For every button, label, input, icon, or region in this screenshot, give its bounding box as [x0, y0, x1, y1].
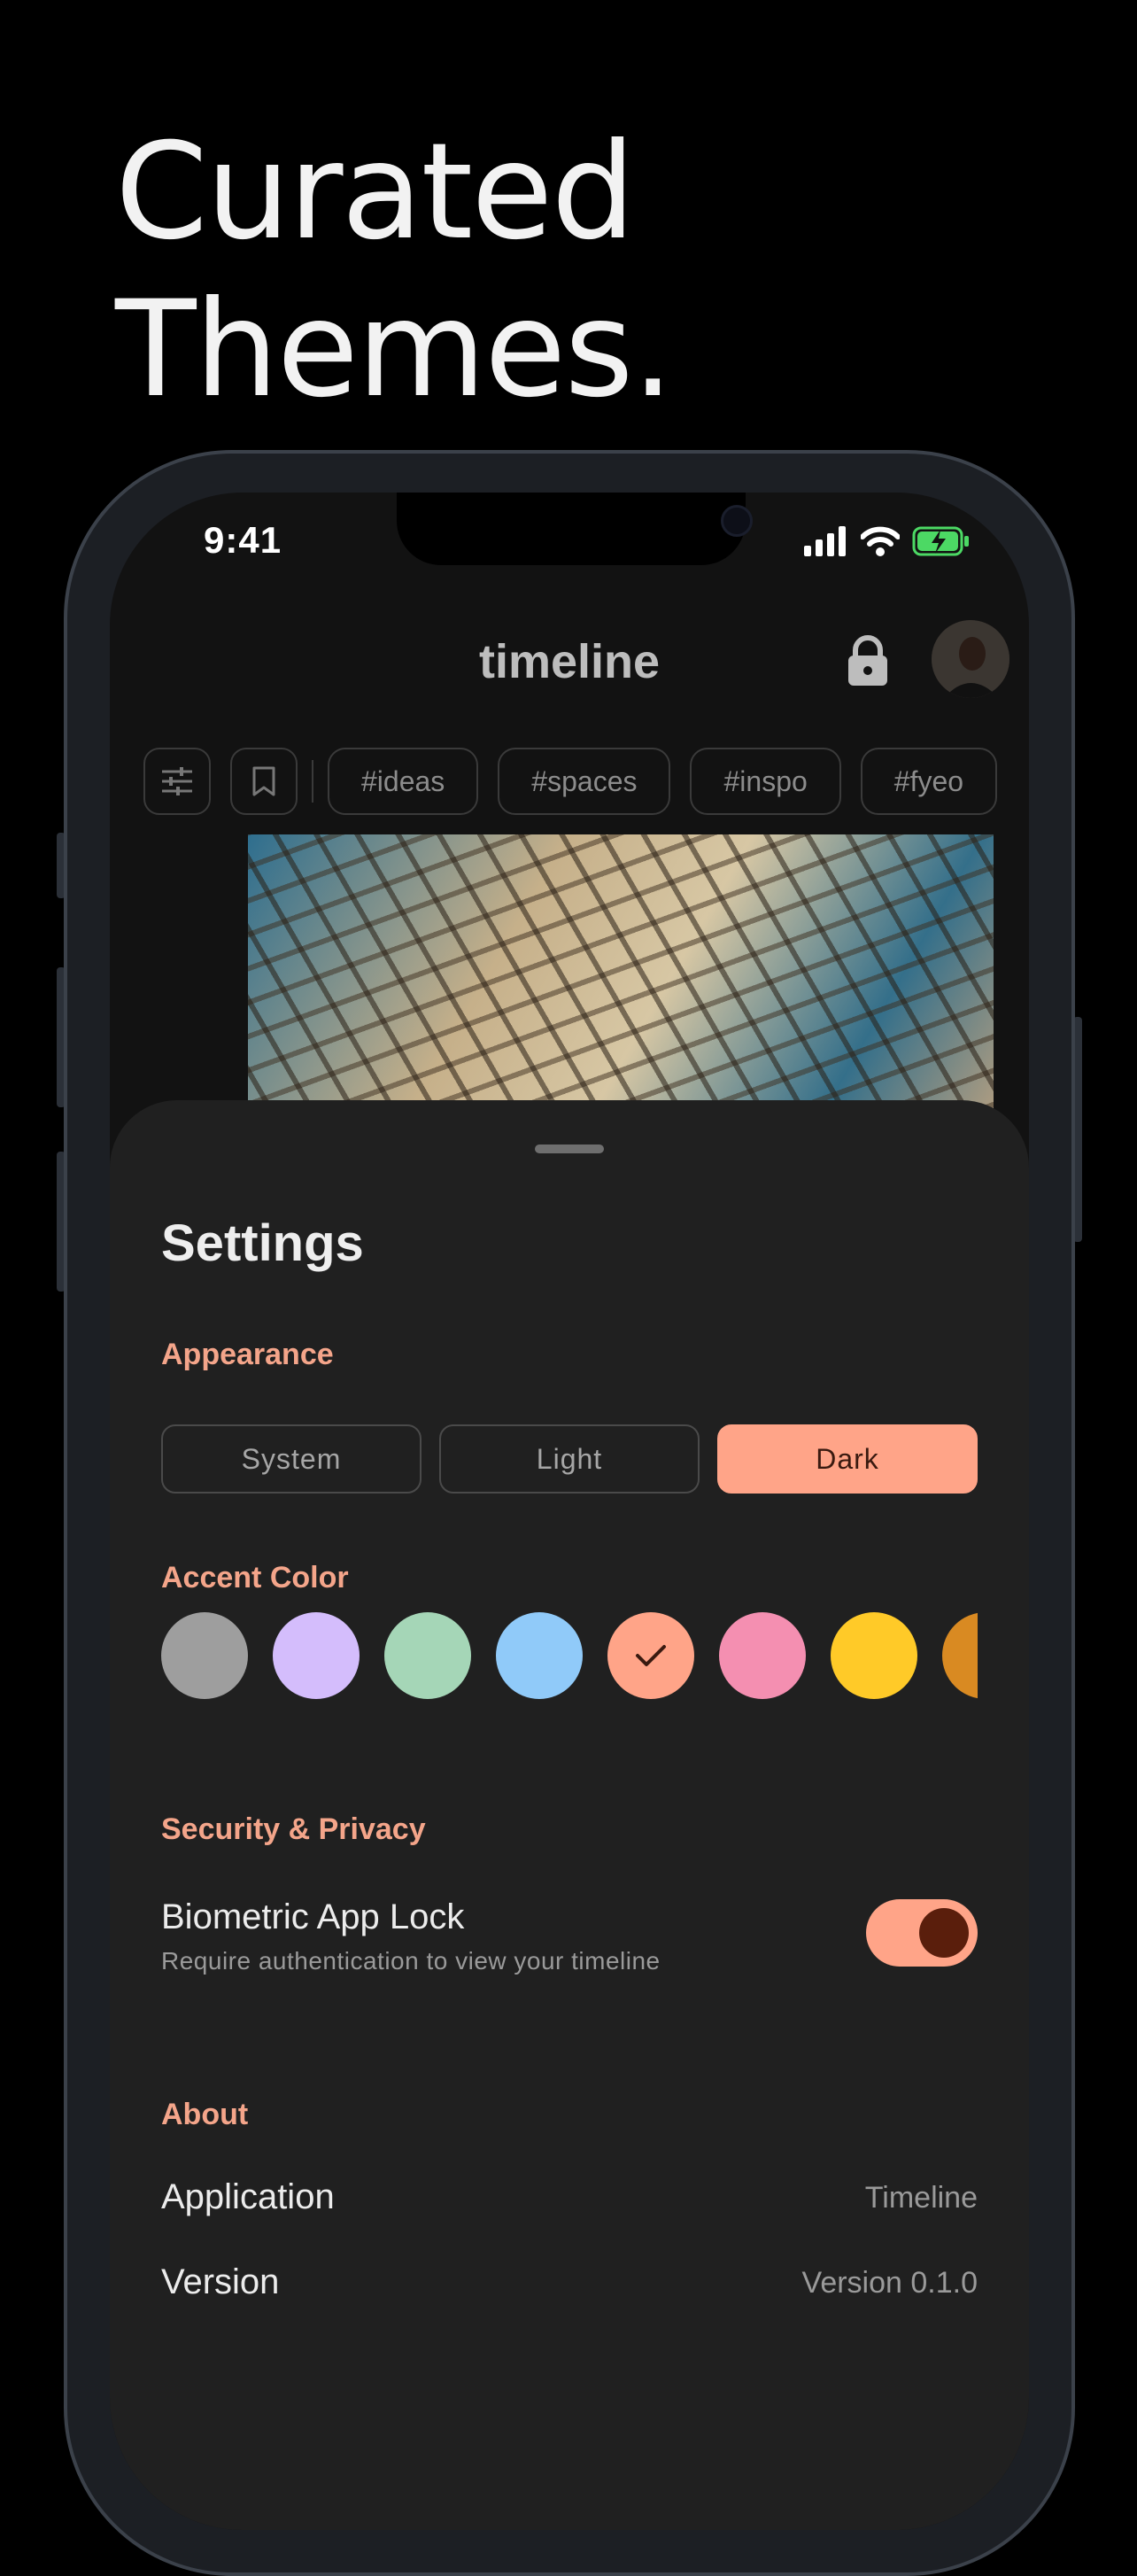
- hero-heading: Curated Themes.: [115, 113, 674, 429]
- accent-swatch-gray[interactable]: [161, 1612, 248, 1699]
- lock-icon[interactable]: [845, 634, 891, 687]
- bookmarks-button[interactable]: [230, 748, 298, 815]
- appearance-label: Appearance: [161, 1338, 334, 1371]
- settings-title: Settings: [161, 1214, 364, 1272]
- accent-swatch-pink[interactable]: [719, 1612, 806, 1699]
- accent-swatch-yellow[interactable]: [831, 1612, 917, 1699]
- accent-swatch-amber[interactable]: [942, 1612, 978, 1699]
- notch: [397, 493, 753, 565]
- status-time: 9:41: [204, 519, 282, 561]
- avatar-portrait: [932, 620, 1009, 698]
- toggle-knob: [919, 1908, 969, 1958]
- accent-swatch-peach[interactable]: [607, 1612, 694, 1699]
- hero-line-2: Themes.: [115, 273, 674, 427]
- bookmark-icon: [252, 766, 275, 796]
- timeline-photo[interactable]: [248, 834, 994, 1136]
- appearance-system-button[interactable]: System: [161, 1424, 422, 1494]
- hero-line-1: Curated: [115, 115, 636, 269]
- accent-swatch-green[interactable]: [384, 1612, 471, 1699]
- filter-settings-button[interactable]: [143, 748, 211, 815]
- wifi-icon: [861, 526, 900, 556]
- chip-spaces[interactable]: #spaces: [498, 748, 671, 815]
- sliders-icon: [162, 767, 192, 795]
- sheet-drag-handle[interactable]: [535, 1144, 604, 1153]
- signal-icon: [804, 526, 846, 556]
- application-label: Application: [161, 2177, 335, 2216]
- biometric-lock-description: Require authentication to view your time…: [161, 1947, 661, 1975]
- chip-divider: [312, 760, 313, 803]
- battery-charging-icon: [912, 526, 969, 556]
- version-value: Version 0.1.0: [801, 2266, 978, 2300]
- chip-fyeo[interactable]: #fyeo: [860, 748, 998, 815]
- accent-color-label: Accent Color: [161, 1561, 349, 1594]
- status-icons: [804, 526, 971, 556]
- appearance-light-button[interactable]: Light: [439, 1424, 700, 1494]
- accent-color-swatches: [161, 1612, 978, 1701]
- avatar[interactable]: [932, 620, 1009, 698]
- app-title: timeline: [478, 635, 661, 688]
- appearance-dark-button[interactable]: Dark: [717, 1424, 978, 1494]
- chip-inspo[interactable]: #inspo: [690, 748, 841, 815]
- chip-ideas[interactable]: #ideas: [328, 748, 479, 815]
- filter-chips-row: #ideas #spaces #inspo #fyeo: [143, 748, 998, 815]
- security-privacy-label: Security & Privacy: [161, 1812, 426, 1846]
- biometric-lock-toggle[interactable]: [866, 1899, 978, 1967]
- accent-swatch-lavender[interactable]: [273, 1612, 360, 1699]
- front-camera: [721, 505, 753, 537]
- checkmark-icon: [636, 1645, 666, 1666]
- application-value: Timeline: [864, 2181, 978, 2215]
- settings-sheet: Settings Appearance System Light Dark Ac…: [110, 1100, 1029, 2530]
- biometric-lock-title: Biometric App Lock: [161, 1897, 465, 1936]
- about-label: About: [161, 2098, 249, 2131]
- version-label: Version: [161, 2262, 280, 2301]
- accent-swatch-blue[interactable]: [496, 1612, 583, 1699]
- phone-screen: 9:41 timeline #ideas #spaces #inspo #fye…: [110, 493, 1029, 2530]
